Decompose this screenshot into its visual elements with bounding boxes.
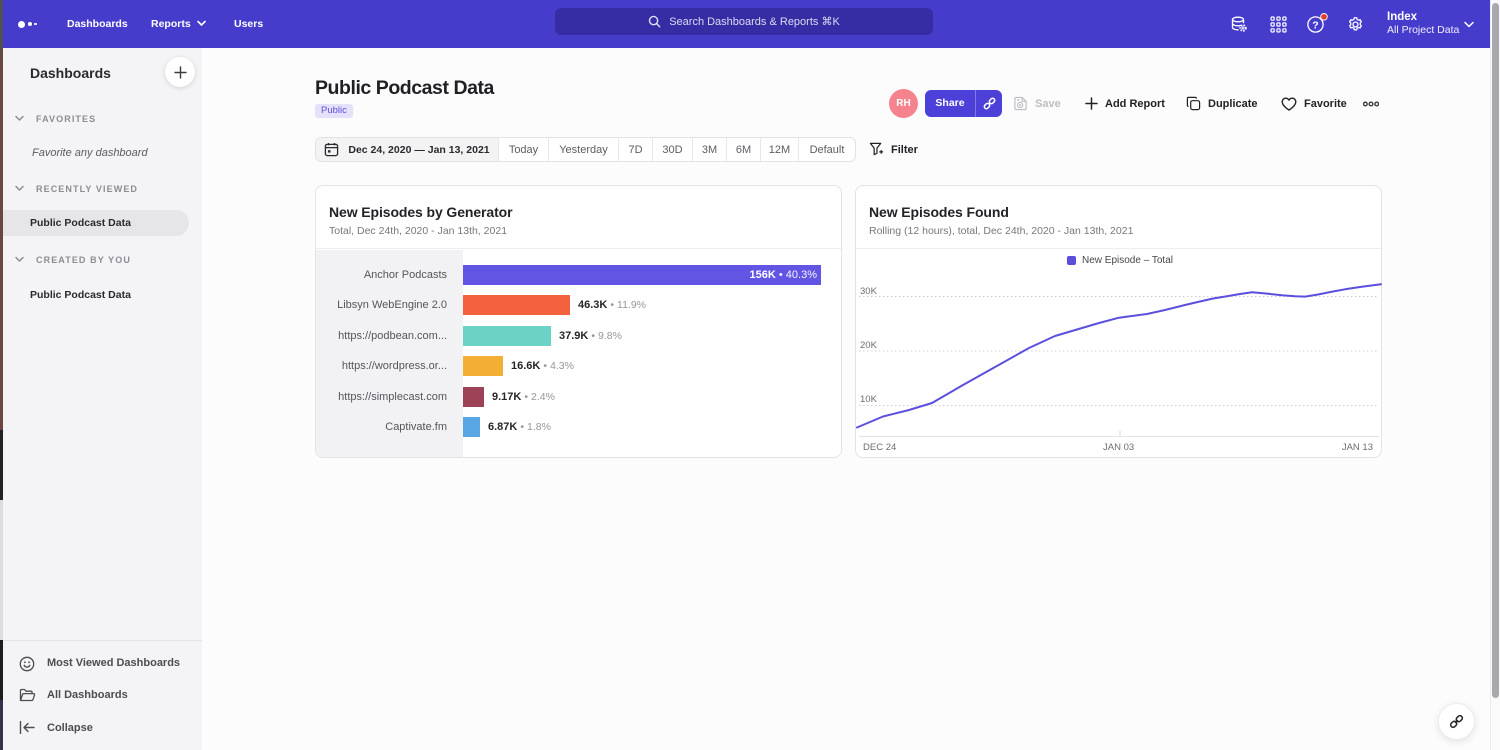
svg-text:?: ?: [1312, 20, 1318, 32]
